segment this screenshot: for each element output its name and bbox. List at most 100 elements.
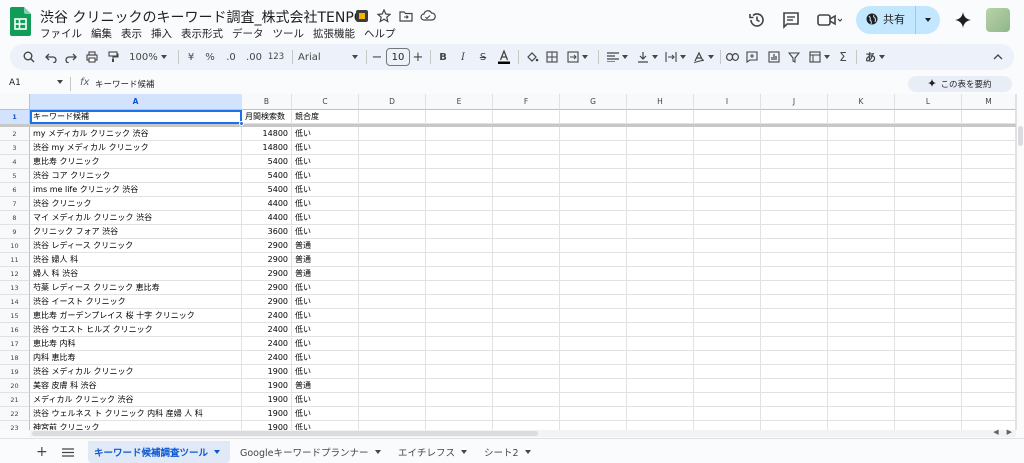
row-header[interactable]: 15 xyxy=(0,309,30,323)
cell-d6[interactable] xyxy=(359,183,426,197)
cell-h23[interactable] xyxy=(627,421,694,430)
text-rotation-icon[interactable] xyxy=(690,44,716,70)
cell-g14[interactable] xyxy=(560,295,627,309)
row-header[interactable]: 8 xyxy=(0,211,30,225)
cell-e5[interactable] xyxy=(426,169,493,183)
cell-m15[interactable] xyxy=(962,309,1016,323)
cell-e2[interactable] xyxy=(426,127,493,141)
cell-l9[interactable] xyxy=(895,225,962,239)
vertical-scroll-thumb[interactable] xyxy=(1018,126,1023,146)
row-header[interactable]: 6 xyxy=(0,183,30,197)
cell-i18[interactable] xyxy=(694,351,761,365)
all-sheets-icon[interactable] xyxy=(56,441,80,463)
cell-c5[interactable]: 低い xyxy=(292,169,359,183)
number-format-button[interactable]: 123 xyxy=(266,44,286,70)
menu-insert[interactable]: 挿入 xyxy=(151,26,172,41)
column-header-h[interactable]: H xyxy=(627,94,694,110)
cell-j18[interactable] xyxy=(761,351,828,365)
cell-b7[interactable]: 4400 xyxy=(242,197,292,211)
collapse-toolbar-icon[interactable] xyxy=(990,44,1006,70)
cell-b21[interactable]: 1900 xyxy=(242,393,292,407)
cell-i14[interactable] xyxy=(694,295,761,309)
cell-d8[interactable] xyxy=(359,211,426,225)
cell-g4[interactable] xyxy=(560,155,627,169)
cell-l8[interactable] xyxy=(895,211,962,225)
sheet-tab-menu-icon[interactable] xyxy=(461,450,468,454)
row-header[interactable]: 11 xyxy=(0,253,30,267)
cell-l7[interactable] xyxy=(895,197,962,211)
cell-j23[interactable] xyxy=(761,421,828,430)
cell-e14[interactable] xyxy=(426,295,493,309)
cell-m18[interactable] xyxy=(962,351,1016,365)
increase-decimal-button[interactable]: .00 xyxy=(244,44,264,70)
row-header[interactable]: 3 xyxy=(0,141,30,155)
cell-b19[interactable]: 1900 xyxy=(242,365,292,379)
cell-a14[interactable]: 渋谷 イースト クリニック xyxy=(30,295,242,309)
cell-a4[interactable]: 恵比寿 クリニック xyxy=(30,155,242,169)
cell-k13[interactable] xyxy=(828,281,895,295)
cell-e23[interactable] xyxy=(426,421,493,430)
cell-f16[interactable] xyxy=(493,323,560,337)
cell-h3[interactable] xyxy=(627,141,694,155)
cell-b5[interactable]: 5400 xyxy=(242,169,292,183)
cell-m17[interactable] xyxy=(962,337,1016,351)
cell-c6[interactable]: 低い xyxy=(292,183,359,197)
cell-d13[interactable] xyxy=(359,281,426,295)
cell-g22[interactable] xyxy=(560,407,627,421)
cell-m19[interactable] xyxy=(962,365,1016,379)
cell-g10[interactable] xyxy=(560,239,627,253)
cell-j7[interactable] xyxy=(761,197,828,211)
cell-f23[interactable] xyxy=(493,421,560,430)
search-menus-icon[interactable] xyxy=(20,44,38,70)
cell-g16[interactable] xyxy=(560,323,627,337)
cell-l11[interactable] xyxy=(895,253,962,267)
label-icon[interactable] xyxy=(354,8,370,24)
cell-g18[interactable] xyxy=(560,351,627,365)
cell-b23[interactable]: 1900 xyxy=(242,421,292,430)
cell-b3[interactable]: 14800 xyxy=(242,141,292,155)
cell-c9[interactable]: 低い xyxy=(292,225,359,239)
row-header[interactable]: 4 xyxy=(0,155,30,169)
cell-f11[interactable] xyxy=(493,253,560,267)
cell-h17[interactable] xyxy=(627,337,694,351)
cell-i16[interactable] xyxy=(694,323,761,337)
cell-l1[interactable] xyxy=(895,110,962,124)
cell-a23[interactable]: 神宮前 クリニック xyxy=(30,421,242,430)
cell-g11[interactable] xyxy=(560,253,627,267)
cell-d21[interactable] xyxy=(359,393,426,407)
cell-c10[interactable]: 普通 xyxy=(292,239,359,253)
avatar[interactable] xyxy=(986,8,1010,32)
cell-h13[interactable] xyxy=(627,281,694,295)
strikethrough-icon[interactable]: S xyxy=(476,44,490,70)
cell-i1[interactable] xyxy=(694,110,761,124)
column-header-f[interactable]: F xyxy=(493,94,560,110)
cell-d22[interactable] xyxy=(359,407,426,421)
cell-e13[interactable] xyxy=(426,281,493,295)
cell-j21[interactable] xyxy=(761,393,828,407)
cell-b4[interactable]: 5400 xyxy=(242,155,292,169)
cell-h19[interactable] xyxy=(627,365,694,379)
cell-c4[interactable]: 低い xyxy=(292,155,359,169)
cell-b17[interactable]: 2400 xyxy=(242,337,292,351)
cell-i20[interactable] xyxy=(694,379,761,393)
cell-l19[interactable] xyxy=(895,365,962,379)
version-history-icon[interactable] xyxy=(746,9,768,31)
cell-g1[interactable] xyxy=(560,110,627,124)
cell-m11[interactable] xyxy=(962,253,1016,267)
cell-l10[interactable] xyxy=(895,239,962,253)
column-header-j[interactable]: J xyxy=(761,94,828,110)
cell-f9[interactable] xyxy=(493,225,560,239)
increase-font-size-icon[interactable]: + xyxy=(412,44,424,70)
cell-k1[interactable] xyxy=(828,110,895,124)
cell-g2[interactable] xyxy=(560,127,627,141)
filter-icon[interactable] xyxy=(786,44,802,70)
paint-format-icon[interactable] xyxy=(104,44,122,70)
cell-f3[interactable] xyxy=(493,141,560,155)
cell-m10[interactable] xyxy=(962,239,1016,253)
vertical-scrollbar[interactable] xyxy=(1016,94,1024,430)
cell-i10[interactable] xyxy=(694,239,761,253)
cell-e16[interactable] xyxy=(426,323,493,337)
cell-m14[interactable] xyxy=(962,295,1016,309)
cell-k23[interactable] xyxy=(828,421,895,430)
row-header[interactable]: 1 xyxy=(0,110,30,124)
